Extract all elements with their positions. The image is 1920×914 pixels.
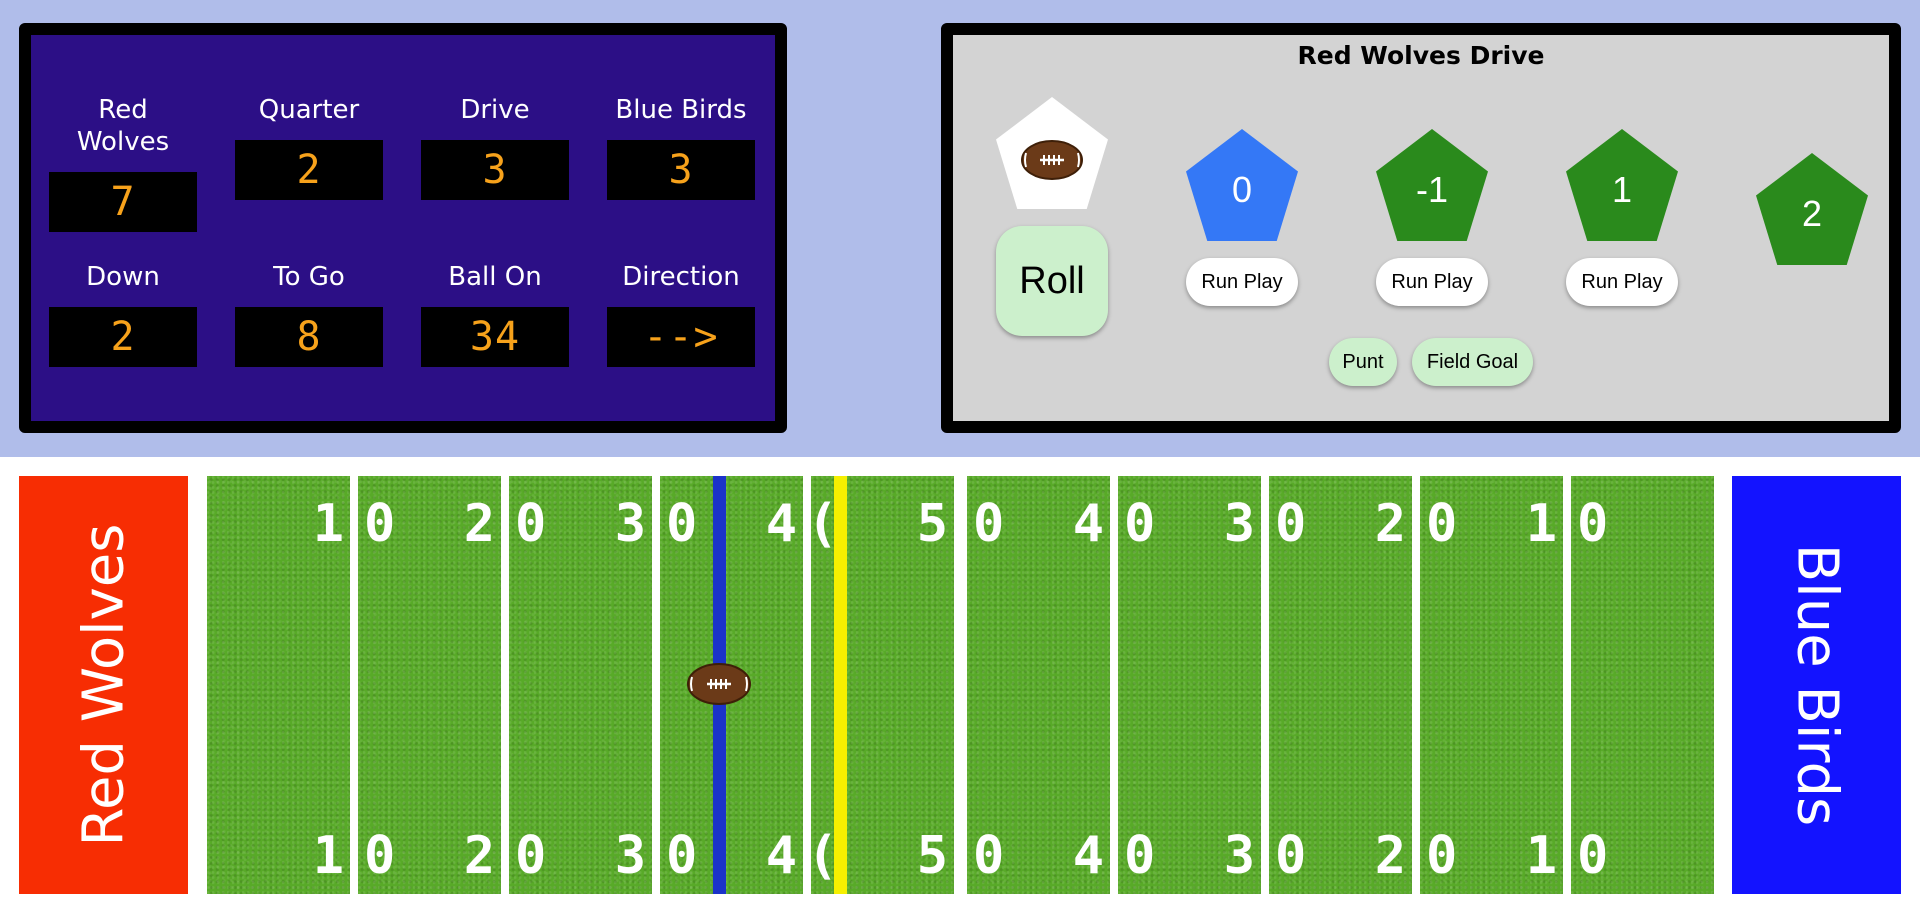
yard-number: 0: [1426, 494, 1458, 554]
scoreboard-label: Ball On: [448, 262, 542, 292]
field-segment-30-right: 0 0 3 3: [1118, 476, 1261, 894]
scoreboard-value: 8: [235, 307, 383, 367]
first-down-line: [834, 476, 847, 894]
scoreboard-label: Drive: [460, 95, 530, 125]
endzone-blue-birds: Blue Birds: [1732, 476, 1901, 894]
yard-number: 0: [515, 494, 547, 554]
field-segment-goal-right: 0 0: [1571, 476, 1714, 894]
yard-number: 2: [463, 826, 495, 886]
scoreboard-cell-direction: Direction -->: [607, 261, 755, 367]
yard-number: 1: [312, 826, 344, 886]
scoreboard-label: Direction: [622, 262, 740, 292]
yard-number: 1: [312, 494, 344, 554]
field-segment-40-right: 0 0 4 4: [967, 476, 1110, 894]
yard-number: 1: [1525, 494, 1557, 554]
scoreboard: Red Wolves 7 Quarter 2 Drive 3 Blue Bird…: [19, 23, 787, 433]
yard-number: 0: [364, 494, 396, 554]
football-icon: [687, 663, 751, 705]
play-option-2[interactable]: 2: [1756, 153, 1868, 265]
football-icon: [1021, 140, 1083, 180]
scoreboard-label: Blue Birds: [615, 95, 747, 125]
yard-number: 0: [1577, 826, 1609, 886]
scoreboard-value: -->: [607, 307, 755, 367]
yard-number: 0: [1275, 494, 1307, 554]
scoreboard-cell-down: Down 2: [49, 261, 197, 367]
endzone-team-name: Blue Birds: [1784, 543, 1849, 827]
run-play-button-minus-1[interactable]: Run Play: [1376, 258, 1488, 306]
scoreboard-label: Red Wolves: [76, 95, 170, 157]
scoreboard-value: 2: [235, 140, 383, 200]
field-segment-30: 0 0 3 3: [509, 476, 652, 894]
yard-number: 2: [463, 494, 495, 554]
yard-number: 0: [1124, 826, 1156, 886]
yard-number: 4: [1072, 494, 1104, 554]
run-play-button-1[interactable]: Run Play: [1566, 258, 1678, 306]
yard-number: 2: [1374, 826, 1406, 886]
scoreboard-label: To Go: [273, 262, 345, 292]
yard-number: 4: [1072, 826, 1104, 886]
yard-number: 3: [1223, 494, 1255, 554]
yard-number: 4: [765, 826, 797, 886]
field-segment-20: 0 0 2 2: [358, 476, 501, 894]
yard-number: 2: [1374, 494, 1406, 554]
die-result: [996, 97, 1108, 209]
play-option-value: -1: [1415, 169, 1448, 210]
scoreboard-cell-drive: Drive 3: [421, 94, 569, 200]
play-option-0[interactable]: 0: [1186, 129, 1298, 241]
field-segment-20-right: 0 0 2 2: [1269, 476, 1412, 894]
endzone-team-name: Red Wolves: [71, 523, 136, 847]
play-option-minus-1[interactable]: -1: [1376, 129, 1488, 241]
yard-number: 4: [765, 494, 797, 554]
run-play-button-0[interactable]: Run Play: [1186, 258, 1298, 306]
field-goal-button[interactable]: Field Goal: [1412, 338, 1533, 386]
endzone-red-wolves: Red Wolves: [19, 476, 188, 894]
scoreboard-value: 3: [607, 140, 755, 200]
yard-number: 0: [364, 826, 396, 886]
drive-title: Red Wolves Drive: [1297, 41, 1545, 70]
yard-number: 0: [1426, 826, 1458, 886]
play-option-value: 1: [1611, 169, 1633, 210]
yard-number: 5: [916, 826, 948, 886]
scoreboard-value: 3: [421, 140, 569, 200]
yard-number: 0: [666, 826, 698, 886]
yard-number: 0: [515, 826, 547, 886]
roll-button[interactable]: Roll: [996, 226, 1108, 336]
scoreboard-label: Down: [86, 262, 160, 292]
scoreboard-cell-home-score: Red Wolves 7: [49, 94, 197, 232]
yard-number: 1: [1525, 826, 1557, 886]
yard-number: 0: [1275, 826, 1307, 886]
punt-button[interactable]: Punt: [1329, 338, 1397, 386]
play-option-1[interactable]: 1: [1566, 129, 1678, 241]
yard-number: 0: [1577, 494, 1609, 554]
play-option-value: 2: [1801, 193, 1823, 234]
scoreboard-value: 7: [49, 172, 197, 232]
scoreboard-value: 2: [49, 307, 197, 367]
yard-number: 3: [614, 494, 646, 554]
yard-number: 5: [916, 494, 948, 554]
yard-number: 0: [1124, 494, 1156, 554]
yard-number: 3: [1223, 826, 1255, 886]
yard-number: 0: [973, 826, 1005, 886]
scoreboard-value: 34: [421, 307, 569, 367]
field-segment-50: ( ( 5 5: [811, 476, 954, 894]
field-segment-10-right: 0 0 1 1: [1420, 476, 1563, 894]
scoreboard-cell-away-score: Blue Birds 3: [607, 94, 755, 200]
field-segment-10: 1 1: [207, 476, 350, 894]
drive-panel: Red Wolves Drive Roll 0 -1 1 2 Run Play …: [941, 23, 1901, 433]
yard-number: 3: [614, 826, 646, 886]
scoreboard-cell-ball-on: Ball On 34: [421, 261, 569, 367]
yard-number: 0: [666, 494, 698, 554]
scoreboard-cell-to-go: To Go 8: [235, 261, 383, 367]
scoreboard-cell-quarter: Quarter 2: [235, 94, 383, 200]
yard-number: 0: [973, 494, 1005, 554]
scoreboard-label: Quarter: [258, 95, 360, 125]
play-option-value: 0: [1231, 169, 1253, 210]
